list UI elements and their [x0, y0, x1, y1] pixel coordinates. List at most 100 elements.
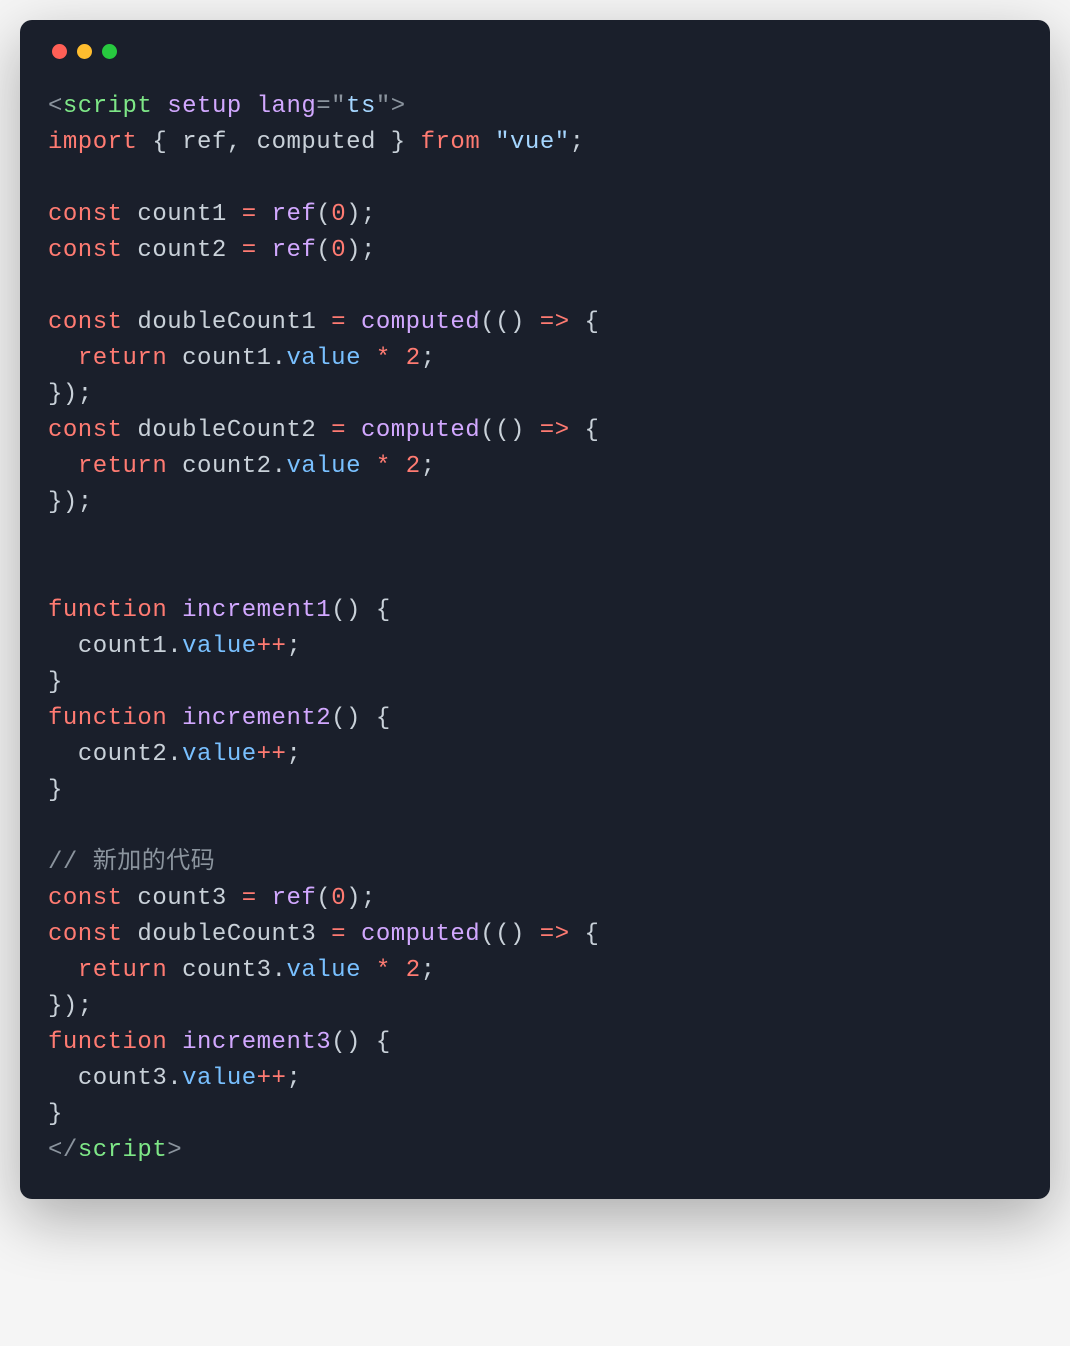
code-token: => [540, 921, 570, 948]
code-token: const [48, 201, 123, 228]
code-token: = [331, 309, 346, 336]
close-icon[interactable] [52, 44, 67, 59]
code-token: computed [257, 129, 376, 156]
code-token: value [182, 1065, 257, 1092]
code-token: => [540, 309, 570, 336]
code-token: function [48, 705, 167, 732]
code-token: () { [331, 597, 391, 624]
code-token: import [48, 129, 137, 156]
code-token: // 新加的代码 [48, 849, 215, 876]
code-line: // 新加的代码 [48, 845, 1022, 881]
code-token [257, 885, 272, 912]
code-token [227, 885, 242, 912]
code-token: { [570, 417, 600, 444]
code-token: count2 [137, 237, 226, 264]
code-token [346, 417, 361, 444]
code-token: function [48, 1029, 167, 1056]
code-line: import { ref, computed } from "vue"; [48, 125, 1022, 161]
code-token: ); [346, 885, 376, 912]
code-token: { [570, 921, 600, 948]
code-token: return [78, 957, 167, 984]
code-token: . [272, 957, 287, 984]
code-token: return [78, 453, 167, 480]
code-line [48, 521, 1022, 557]
code-token: * [376, 957, 391, 984]
code-token: const [48, 921, 123, 948]
code-token: ( [316, 885, 331, 912]
code-token: * [376, 345, 391, 372]
code-token: = [331, 417, 346, 444]
code-token: " [331, 93, 346, 120]
code-token: } [376, 129, 421, 156]
code-token [257, 237, 272, 264]
code-token: . [167, 1065, 182, 1092]
code-token: ; [421, 345, 436, 372]
code-line: count3.value++; [48, 1061, 1022, 1097]
code-token: () { [331, 1029, 391, 1056]
code-token: value [286, 957, 361, 984]
code-token: ; [286, 1065, 301, 1092]
code-line: }); [48, 485, 1022, 521]
code-token: count3 [137, 885, 226, 912]
code-token [391, 453, 406, 480]
code-token: count2 [182, 453, 271, 480]
code-token [167, 957, 182, 984]
code-token: = [242, 885, 257, 912]
code-token: }); [48, 489, 93, 516]
code-token [480, 129, 495, 156]
code-token: ++ [257, 633, 287, 660]
code-token [167, 705, 182, 732]
code-token: ; [570, 129, 585, 156]
code-token: count2 [78, 741, 167, 768]
code-window: <script setup lang="ts">import { ref, co… [20, 20, 1050, 1199]
zoom-icon[interactable] [102, 44, 117, 59]
code-token [123, 885, 138, 912]
code-token: . [272, 453, 287, 480]
code-line: const count3 = ref(0); [48, 881, 1022, 917]
code-token: const [48, 237, 123, 264]
code-token [227, 201, 242, 228]
code-token [227, 237, 242, 264]
code-token [316, 417, 331, 444]
code-token [346, 921, 361, 948]
code-block: <script setup lang="ts">import { ref, co… [48, 89, 1022, 1169]
code-token: setup [167, 93, 242, 120]
code-token: < [48, 93, 63, 120]
code-token: 0 [331, 201, 346, 228]
code-token: . [167, 741, 182, 768]
code-token: const [48, 417, 123, 444]
code-token: value [182, 633, 257, 660]
code-token: ); [346, 237, 376, 264]
code-token: (() [480, 921, 540, 948]
code-token [123, 417, 138, 444]
code-token: lang [257, 93, 317, 120]
code-token: * [376, 453, 391, 480]
code-token: () { [331, 705, 391, 732]
code-token: script [63, 93, 152, 120]
code-token: count3 [78, 1065, 167, 1092]
code-line: }); [48, 377, 1022, 413]
code-token: doubleCount3 [137, 921, 316, 948]
code-token: ref [272, 885, 317, 912]
code-line [48, 809, 1022, 845]
code-token [48, 1065, 78, 1092]
code-token: > [391, 93, 406, 120]
code-token: </ [48, 1137, 78, 1164]
code-line: function increment1() { [48, 593, 1022, 629]
code-token: ; [286, 741, 301, 768]
code-token [123, 309, 138, 336]
code-token: } [48, 777, 63, 804]
code-token: value [286, 453, 361, 480]
code-token: 0 [331, 885, 346, 912]
code-line: <script setup lang="ts"> [48, 89, 1022, 125]
code-token [123, 201, 138, 228]
code-line: return count3.value * 2; [48, 953, 1022, 989]
code-line: } [48, 1097, 1022, 1133]
code-token: script [78, 1137, 167, 1164]
code-token: computed [361, 417, 480, 444]
code-token: } [48, 669, 63, 696]
minimize-icon[interactable] [77, 44, 92, 59]
code-line: } [48, 773, 1022, 809]
code-token [167, 1029, 182, 1056]
code-token: ( [316, 237, 331, 264]
